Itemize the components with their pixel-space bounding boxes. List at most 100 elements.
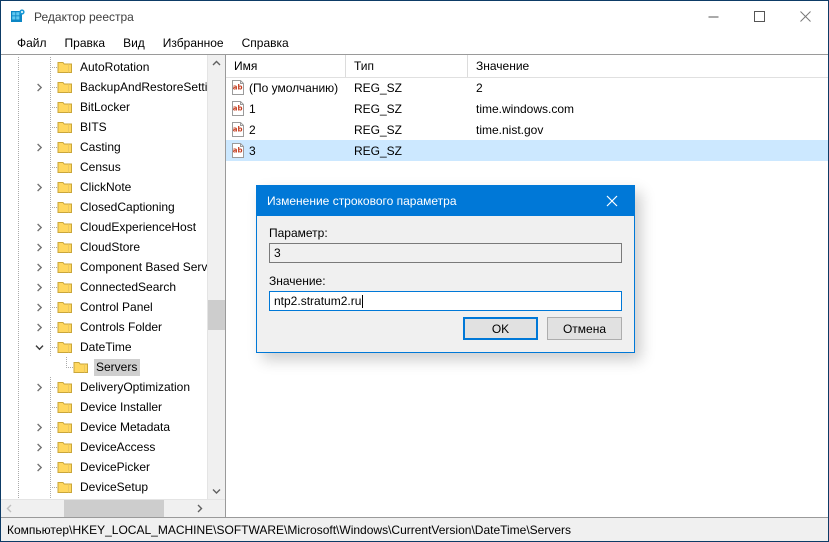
table-row[interactable]: ab (По умолчанию) REG_SZ 2 <box>226 77 828 98</box>
tree-guide-elbow <box>47 457 60 477</box>
scroll-left-arrow[interactable] <box>1 500 18 517</box>
folder-icon <box>57 220 73 234</box>
chevron-right-icon[interactable] <box>31 437 47 457</box>
minimize-button[interactable] <box>690 1 736 32</box>
tree-item-control-panel[interactable]: Control Panel <box>1 297 207 317</box>
param-value-input[interactable]: ntp2.stratum2.ru <box>269 291 622 311</box>
param-value-text: ntp2.stratum2.ru <box>274 294 362 308</box>
menu-view[interactable]: Вид <box>114 34 154 53</box>
table-row[interactable]: ab 1 REG_SZ time.windows.com <box>226 98 828 119</box>
column-header-type[interactable]: Тип <box>346 55 468 77</box>
tree-guide-elbow <box>47 157 60 177</box>
status-path: Компьютер\HKEY_LOCAL_MACHINE\SOFTWARE\Mi… <box>7 522 572 537</box>
tree-item-deliveryoptimization[interactable]: DeliveryOptimization <box>1 377 207 397</box>
tree-guide-line <box>15 317 31 337</box>
chevron-right-icon[interactable] <box>31 177 47 197</box>
string-value-icon: ab <box>231 143 245 158</box>
folder-icon <box>57 400 73 414</box>
chevron-right-icon[interactable] <box>31 217 47 237</box>
folder-icon <box>73 360 89 374</box>
chevron-right-icon[interactable] <box>31 297 47 317</box>
tree-guide-line <box>15 357 31 377</box>
tree-item-component-based-serv[interactable]: Component Based Serv <box>1 257 207 277</box>
tree-horizontal-scrollbar[interactable] <box>1 499 225 517</box>
tree-item-cloudexperiencehost[interactable]: CloudExperienceHost <box>1 217 207 237</box>
tree-item-label: Control Panel <box>80 299 153 314</box>
ok-button[interactable]: OK <box>463 317 538 340</box>
table-row[interactable]: ab 2 REG_SZ time.nist.gov <box>226 119 828 140</box>
tree-item-deviceaccess[interactable]: DeviceAccess <box>1 437 207 457</box>
chevron-right-icon[interactable] <box>31 377 47 397</box>
tree-item-controls-folder[interactable]: Controls Folder <box>1 317 207 337</box>
string-value-icon: ab <box>231 122 245 137</box>
folder-icon <box>57 320 73 334</box>
registry-tree[interactable]: AutoRotation BackupAndRestoreSetti BitLock… <box>1 57 207 499</box>
chevron-right-icon[interactable] <box>31 417 47 437</box>
tree-guide-elbow <box>47 217 60 237</box>
tree-item-device-installer[interactable]: Device Installer <box>1 397 207 417</box>
tree-scroll-thumb[interactable] <box>208 300 225 330</box>
tree-item-bitlocker[interactable]: BitLocker <box>1 97 207 117</box>
chevron-right-icon[interactable] <box>31 277 47 297</box>
column-header-value[interactable]: Значение <box>468 55 828 77</box>
tree-item-autorotation[interactable]: AutoRotation <box>1 57 207 77</box>
tree-hscroll-thumb[interactable] <box>64 500 164 517</box>
menu-help[interactable]: Справка <box>233 34 298 53</box>
tree-item-cloudstore[interactable]: CloudStore <box>1 237 207 257</box>
registry-tree-pane: AutoRotation BackupAndRestoreSetti BitLock… <box>1 55 226 517</box>
tree-item-closedcaptioning[interactable]: ClosedCaptioning <box>1 197 207 217</box>
tree-guide-elbow <box>47 257 60 277</box>
tree-guide-elbow <box>47 237 60 257</box>
close-button[interactable] <box>782 1 828 32</box>
folder-icon <box>57 60 73 74</box>
value-type: REG_SZ <box>354 143 403 158</box>
svg-text:ab: ab <box>233 147 243 155</box>
tree-item-backupandrestoresetti[interactable]: BackupAndRestoreSetti <box>1 77 207 97</box>
tree-vertical-scrollbar[interactable] <box>207 55 225 500</box>
svg-text:ab: ab <box>233 84 243 92</box>
param-name-input[interactable]: 3 <box>269 243 622 263</box>
tree-item-label: DeliveryOptimization <box>80 379 191 394</box>
chevron-right-icon[interactable] <box>31 257 47 277</box>
cancel-button[interactable]: Отмена <box>547 317 622 340</box>
folder-icon <box>57 100 73 114</box>
tree-item-servers[interactable]: Servers <box>1 357 207 377</box>
dialog-close-button[interactable] <box>590 186 634 216</box>
chevron-right-icon[interactable] <box>31 237 47 257</box>
menu-edit[interactable]: Правка <box>56 34 115 53</box>
value-name: 1 <box>249 101 256 116</box>
menu-file[interactable]: Файл <box>8 34 56 53</box>
tree-item-device-metadata[interactable]: Device Metadata <box>1 417 207 437</box>
chevron-right-icon[interactable] <box>31 457 47 477</box>
tree-item-connectedsearch[interactable]: ConnectedSearch <box>1 277 207 297</box>
column-header-name[interactable]: Имя <box>226 55 346 77</box>
tree-item-devicepicker[interactable]: DevicePicker <box>1 457 207 477</box>
chevron-right-icon[interactable] <box>31 317 47 337</box>
tree-item-clicknote[interactable]: ClickNote <box>1 177 207 197</box>
value-data: time.windows.com <box>476 101 575 116</box>
tree-item-bits[interactable]: BITS <box>1 117 207 137</box>
tree-item-casting[interactable]: Casting <box>1 137 207 157</box>
registry-editor-icon <box>10 8 26 25</box>
tree-item-label: Census <box>80 159 121 174</box>
chevron-right-icon[interactable] <box>31 137 47 157</box>
tree-item-devicesetup[interactable]: DeviceSetup <box>1 477 207 497</box>
tree-item-datetime[interactable]: DateTime <box>1 337 207 357</box>
value-data: time.nist.gov <box>476 122 544 137</box>
tree-guide-line <box>15 237 31 257</box>
tree-guide-elbow <box>47 137 60 157</box>
scroll-down-arrow[interactable] <box>208 483 225 500</box>
window-title: Редактор реестра <box>34 9 134 24</box>
value-name-cell: ab (По умолчанию) <box>226 80 346 95</box>
value-type: REG_SZ <box>354 80 403 95</box>
maximize-button[interactable] <box>736 1 782 32</box>
scroll-up-arrow[interactable] <box>208 55 225 72</box>
chevron-down-icon[interactable] <box>31 337 47 357</box>
chevron-right-icon[interactable] <box>31 77 47 97</box>
tree-item-label: AutoRotation <box>80 59 150 74</box>
tree-item-census[interactable]: Census <box>1 157 207 177</box>
scroll-right-arrow[interactable] <box>191 500 208 517</box>
table-row[interactable]: ab 3 REG_SZ <box>226 140 828 161</box>
tree-item-label: Casting <box>80 139 121 154</box>
menu-favorites[interactable]: Избранное <box>154 34 233 53</box>
